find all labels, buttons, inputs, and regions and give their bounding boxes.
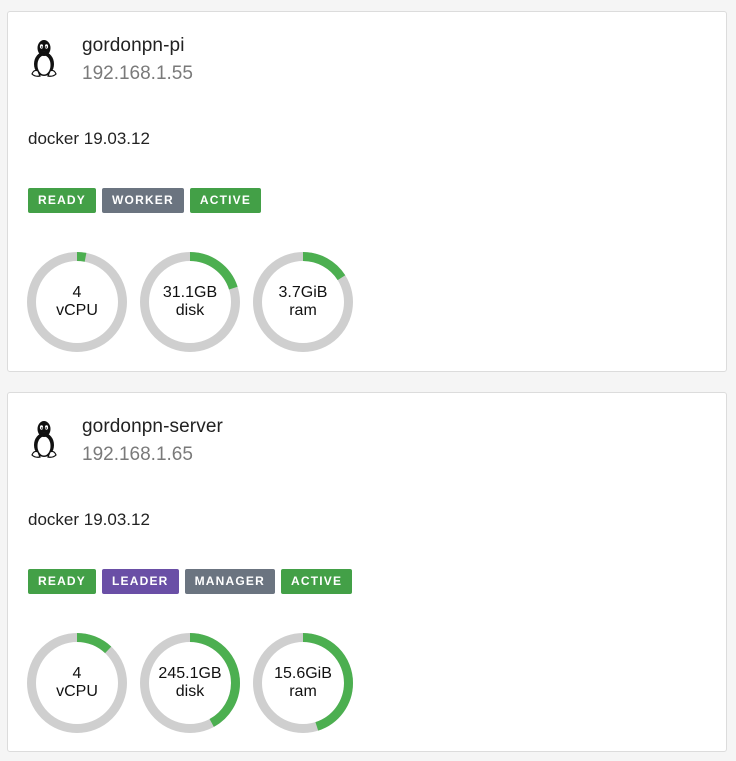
status-badge-ready: READY [28, 188, 97, 213]
status-badges: READY WORKER ACTIVE [28, 188, 262, 213]
gauge-unit: disk [175, 302, 205, 319]
availability-badge-active: ACTIVE [280, 569, 353, 594]
linux-tux-icon [28, 38, 60, 78]
node-card: gordonpn-server 192.168.1.65 docker 19.0… [7, 392, 727, 752]
cpu-gauge: 4 vCPU [26, 251, 128, 353]
ram-gauge: 3.7GiB ram [252, 251, 354, 353]
gauge-unit: vCPU [56, 683, 98, 700]
resource-gauges: 4 vCPU 31.1GB disk 3.7GiB ram [26, 251, 356, 353]
ram-gauge: 15.6GiB ram [252, 632, 354, 734]
status-badges: READY LEADER MANAGER ACTIVE [28, 569, 353, 594]
disk-gauge: 31.1GB disk [139, 251, 241, 353]
cpu-gauge: 4 vCPU [26, 632, 128, 734]
manager-status-badge-leader: LEADER [102, 569, 179, 594]
status-badge-ready: READY [28, 569, 97, 594]
engine-version: docker 19.03.12 [28, 129, 150, 148]
gauge-unit: disk [175, 683, 205, 700]
gauge-value: 15.6GiB [274, 665, 332, 682]
gauge-unit: ram [289, 302, 317, 319]
engine-version: docker 19.03.12 [28, 510, 150, 529]
gauge-value: 31.1GB [162, 284, 218, 301]
role-badge-worker: WORKER [102, 188, 184, 213]
node-card: gordonpn-pi 192.168.1.55 docker 19.03.12… [7, 11, 727, 372]
node-name: gordonpn-server [82, 416, 223, 437]
gauge-unit: ram [289, 683, 317, 700]
node-name: gordonpn-pi [82, 35, 185, 56]
gauge-value: 4 [72, 284, 82, 301]
node-ip-address: 192.168.1.55 [82, 63, 193, 84]
linux-tux-icon [28, 419, 60, 459]
gauge-value: 3.7GiB [278, 284, 328, 301]
role-badge-manager: MANAGER [184, 569, 275, 594]
resource-gauges: 4 vCPU 245.1GB disk 15.6GiB ram [26, 632, 356, 734]
availability-badge-active: ACTIVE [189, 188, 262, 213]
gauge-value: 4 [72, 665, 82, 682]
gauge-value: 245.1GB [158, 665, 222, 682]
gauge-unit: vCPU [56, 302, 98, 319]
node-ip-address: 192.168.1.65 [82, 444, 193, 465]
disk-gauge: 245.1GB disk [139, 632, 241, 734]
